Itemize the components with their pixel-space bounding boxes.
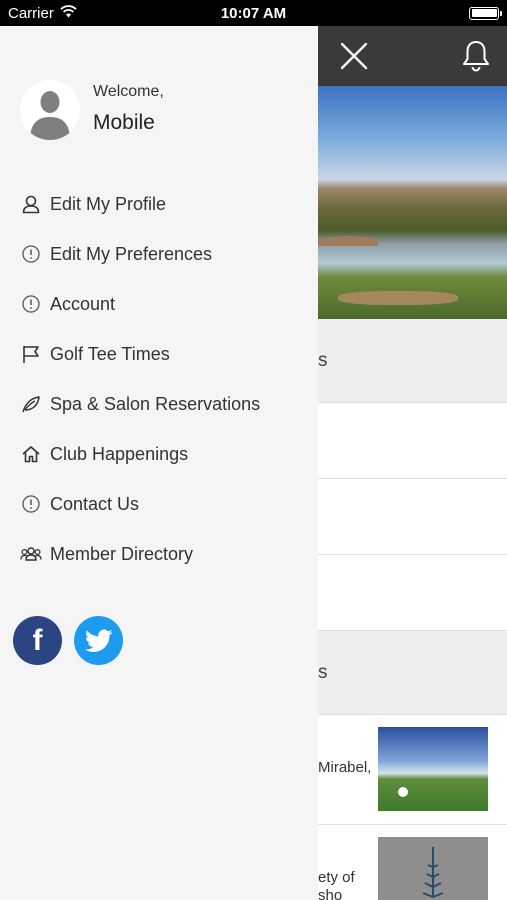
social-links: f [13, 616, 123, 665]
menu-item-label: Golf Tee Times [50, 343, 170, 364]
hero-image [318, 86, 507, 319]
list-row[interactable] [318, 479, 507, 555]
main-content: s s Mirabel, ety of sho [318, 26, 507, 900]
twitter-button[interactable] [74, 616, 123, 665]
close-menu-button[interactable] [338, 40, 370, 72]
menu-item-member-directory[interactable]: Member Directory [20, 529, 310, 579]
menu-item-label: Edit My Preferences [50, 243, 213, 264]
menu-item-spa-salon[interactable]: Spa & Salon Reservations [20, 379, 310, 429]
news-thumbnail [378, 727, 488, 811]
home-icon [20, 443, 42, 465]
menu-item-label: Contact Us [50, 493, 140, 514]
wifi-icon [60, 4, 77, 22]
drawer-menu: Edit My Profile Edit My Preferences Acco… [20, 179, 310, 579]
top-bar [318, 26, 507, 86]
list-row[interactable] [318, 403, 507, 479]
list-row[interactable] [318, 555, 507, 631]
menu-item-label: Club Happenings [50, 443, 189, 464]
menu-item-contact-us[interactable]: Contact Us [20, 479, 310, 529]
menu-item-edit-preferences[interactable]: Edit My Preferences [20, 229, 310, 279]
info-circle-icon [20, 293, 42, 315]
menu-item-golf-tee-times[interactable]: Golf Tee Times [20, 329, 310, 379]
side-drawer: Welcome, Mobile Edit My Profile Edit My … [0, 26, 318, 900]
user-avatar-icon [20, 80, 80, 140]
status-bar: Carrier 10:07 AM [0, 0, 507, 26]
news-item[interactable]: ety of sho [318, 825, 507, 900]
twitter-icon [84, 628, 112, 652]
flag-icon [20, 343, 42, 365]
menu-item-label: Member Directory [50, 543, 194, 564]
battery-icon [469, 6, 502, 20]
status-time: 10:07 AM [220, 4, 287, 22]
welcome-text: Welcome, [93, 83, 164, 100]
facebook-button[interactable]: f [13, 616, 62, 665]
news-thumbnail [378, 837, 488, 900]
news-item-text: sho [318, 887, 343, 900]
info-circle-icon [20, 243, 42, 265]
carrier-label: Carrier [8, 4, 54, 22]
menu-item-label: Account [50, 293, 116, 314]
news-item[interactable]: Mirabel, [318, 715, 507, 825]
notifications-button[interactable] [461, 39, 491, 73]
profile-header: Welcome, Mobile [20, 80, 164, 140]
section-header[interactable]: s [318, 631, 507, 715]
username: Mobile [93, 111, 155, 134]
menu-item-label: Edit My Profile [50, 193, 167, 214]
news-item-text: ety of [318, 869, 355, 886]
menu-item-label: Spa & Salon Reservations [50, 393, 261, 414]
group-icon [20, 543, 42, 565]
news-item-text: Mirabel, [318, 759, 372, 776]
user-icon [20, 193, 42, 215]
leaf-icon [20, 393, 42, 415]
section-header[interactable]: s [318, 319, 507, 403]
bell-icon [463, 41, 489, 72]
menu-item-club-happenings[interactable]: Club Happenings [20, 429, 310, 479]
info-circle-icon [20, 493, 42, 515]
menu-item-account[interactable]: Account [20, 279, 310, 329]
close-icon [340, 42, 368, 70]
facebook-icon: f [32, 623, 43, 657]
menu-item-edit-profile[interactable]: Edit My Profile [20, 179, 310, 229]
avatar[interactable] [20, 80, 80, 140]
